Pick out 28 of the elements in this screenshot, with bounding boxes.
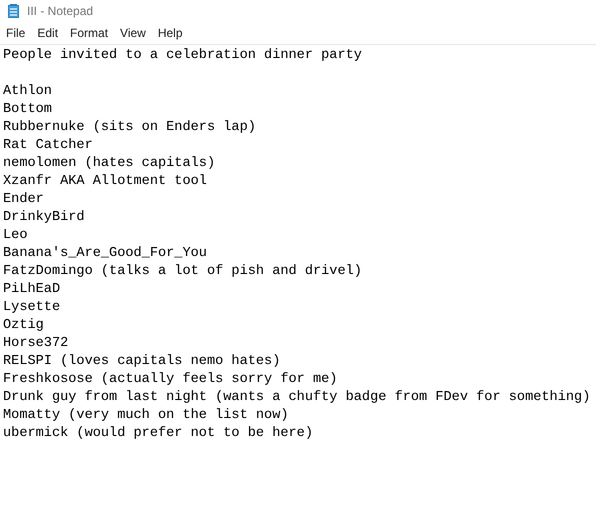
text-line: People invited to a celebration dinner party	[3, 47, 363, 65]
menu-item[interactable]: View	[115, 26, 151, 40]
menu-item[interactable]: Format	[65, 26, 114, 40]
menu-item[interactable]: Edit	[32, 26, 64, 40]
text-line: ubermick (would prefer not to be here)	[3, 425, 314, 443]
text-line: Ender	[3, 191, 45, 209]
text-line: nemolomen (hates capitals)	[3, 155, 216, 173]
text-line: Oztig	[3, 317, 45, 335]
window-title: III - Notepad	[27, 4, 94, 18]
text-line: Drunk guy from last night (wants a chufty badge from FDev for something)	[3, 389, 592, 407]
text-line: Rat Catcher	[3, 137, 94, 155]
text-line: Xzanfr AKA Allotment tool	[3, 173, 208, 191]
text-line: Athlon	[3, 83, 53, 101]
notepad-icon	[8, 4, 19, 18]
text-line: RELSPI (loves capitals nemo hates)	[3, 353, 282, 371]
text-line: Momatty (very much on the list now)	[3, 407, 290, 425]
text-line: Rubbernuke (sits on Enders lap)	[3, 119, 257, 137]
text-line: FatzDomingo (talks a lot of pish and drivel)	[3, 263, 363, 281]
text-line: Banana's_Are_Good_For_You	[3, 245, 208, 263]
text-line: Horse372	[3, 335, 70, 353]
text-line: Leo	[3, 227, 28, 245]
text-line: PiLhEaD	[3, 281, 62, 299]
text-line: Freshkosose (actually feels sorry for me)	[3, 371, 338, 389]
menu-item[interactable]: File	[1, 26, 30, 40]
menu-item[interactable]: Help	[152, 26, 188, 40]
text-line: Lysette	[3, 299, 62, 317]
text-line: DrinkyBird	[3, 209, 86, 227]
text-line: Bottom	[3, 101, 53, 119]
